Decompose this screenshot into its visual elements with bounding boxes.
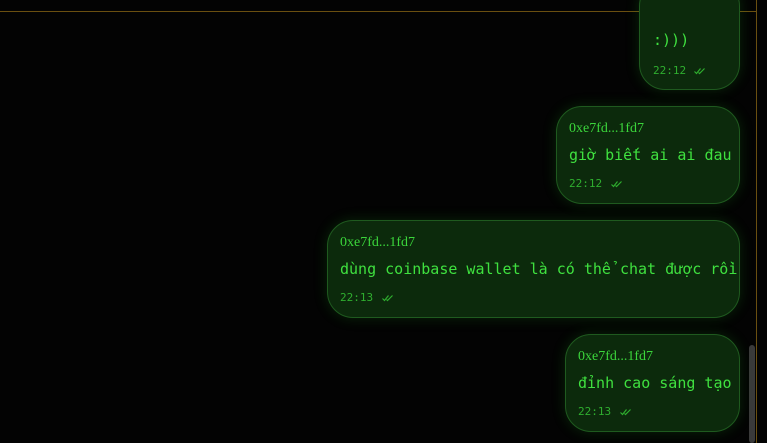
message-bubble[interactable]: :))) 22:12: [639, 0, 740, 90]
message-text: dùng coinbase wallet là có thể chat được…: [340, 260, 738, 278]
scrollbar-track[interactable]: [757, 0, 767, 443]
message-time: 22:13: [578, 405, 612, 418]
message-text: đỉnh cao sáng tạo: [578, 374, 732, 392]
message-bubble[interactable]: 0xe7fd...1fd7 đỉnh cao sáng tạo 22:13: [565, 334, 740, 432]
chat-window: :))) 22:12 0xe7fd...1fd7 giờ biết ai ai …: [0, 0, 767, 443]
message-time: 22:12: [569, 177, 603, 190]
message-bubble[interactable]: 0xe7fd...1fd7 giờ biết ai ai đau 22:12: [556, 106, 740, 204]
message-text: :))): [653, 31, 690, 49]
double-check-icon: [611, 181, 622, 188]
double-check-icon: [620, 409, 631, 416]
message-text: giờ biết ai ai đau: [569, 146, 732, 164]
double-check-icon: [694, 68, 705, 75]
message-time: 22:13: [340, 291, 374, 304]
message-sender: 0xe7fd...1fd7: [569, 121, 645, 136]
scrollbar-thumb[interactable]: [749, 345, 755, 443]
message-time: 22:12: [653, 64, 687, 77]
message-bubble[interactable]: 0xe7fd...1fd7 dùng coinbase wallet là có…: [327, 220, 740, 318]
double-check-icon: [382, 295, 393, 302]
message-sender: 0xe7fd...1fd7: [578, 349, 654, 364]
message-sender: 0xe7fd...1fd7: [340, 235, 416, 250]
